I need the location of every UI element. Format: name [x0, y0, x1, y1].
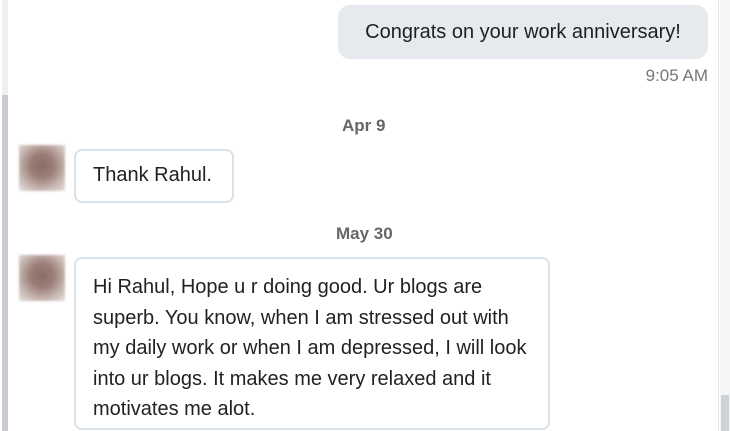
incoming-message-bubble: Hi Rahul, Hope u r doing good. Ur blogs …	[74, 257, 550, 430]
incoming-message-text: Hi Rahul, Hope u r doing good. Ur blogs …	[93, 276, 527, 420]
incoming-message-text: Thank Rahul.	[93, 164, 212, 186]
contact-avatar[interactable]	[19, 145, 65, 191]
left-scrollbar[interactable]	[0, 0, 8, 431]
date-separator: May 30	[336, 224, 393, 243]
message-timestamp: 9:05 AM	[645, 66, 708, 85]
date-separator: Apr 9	[342, 116, 386, 135]
right-scrollbar[interactable]	[720, 0, 730, 431]
right-scrollbar-thumb[interactable]	[721, 395, 729, 431]
right-divider	[718, 0, 719, 431]
contact-avatar[interactable]	[19, 255, 65, 301]
outgoing-message-text: Congrats on your work anniversary!	[365, 21, 681, 43]
left-scrollbar-thumb[interactable]	[2, 95, 8, 431]
incoming-message-bubble: Thank Rahul.	[74, 149, 234, 203]
outgoing-message-bubble: Congrats on your work anniversary!	[338, 5, 708, 59]
